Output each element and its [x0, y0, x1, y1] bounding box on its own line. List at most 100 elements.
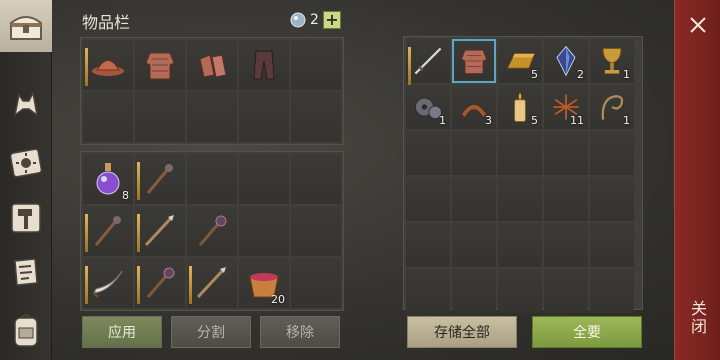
scroll-map-icon: [14, 258, 38, 286]
add-gems-button[interactable]: +: [322, 11, 341, 29]
empty-slot[interactable]: [544, 131, 588, 175]
item-slot[interactable]: [135, 206, 185, 256]
item-slot[interactable]: 11: [544, 85, 588, 129]
close-panel[interactable]: 关闭: [674, 0, 720, 360]
item-slot[interactable]: [239, 40, 289, 90]
item-slot[interactable]: 5: [498, 39, 542, 83]
item-count: 1: [439, 114, 446, 127]
split-button[interactable]: 分割: [171, 316, 251, 348]
backpack-panel: 8 20: [80, 151, 344, 311]
empty-slot[interactable]: [544, 223, 588, 267]
spear-icon: [196, 267, 226, 299]
sun-book-icon: [9, 148, 43, 178]
empty-slot[interactable]: [239, 92, 289, 142]
empty-slot[interactable]: [590, 177, 634, 221]
equipment-panel: [80, 37, 344, 145]
apply-button[interactable]: 应用: [82, 316, 162, 348]
item-slot[interactable]: 20: [239, 258, 289, 308]
empty-slot[interactable]: [291, 92, 341, 142]
chainmail-gloves-icon: [199, 54, 227, 78]
item-slot[interactable]: 3: [452, 85, 496, 129]
category-sidebar: [0, 0, 52, 360]
empty-slot[interactable]: [590, 269, 634, 313]
empty-slot[interactable]: [239, 206, 289, 256]
item-count: 5: [531, 68, 538, 81]
item-slot[interactable]: 1: [406, 85, 450, 129]
empty-slot[interactable]: [187, 154, 237, 204]
crafting-book-tab[interactable]: [4, 140, 48, 184]
item-slot[interactable]: 8: [83, 154, 133, 204]
item-slot[interactable]: [83, 258, 133, 308]
map-scroll-tab[interactable]: [4, 250, 48, 294]
empty-slot[interactable]: [452, 269, 496, 313]
empty-slot[interactable]: [452, 223, 496, 267]
empty-slot[interactable]: [291, 154, 341, 204]
item-count: 1: [623, 114, 630, 127]
item-slot[interactable]: 1: [590, 85, 634, 129]
empty-slot[interactable]: [406, 269, 450, 313]
build-category-tab[interactable]: [4, 196, 48, 240]
item-slot[interactable]: [135, 154, 185, 204]
item-count: 11: [570, 114, 584, 127]
empty-slot[interactable]: [590, 223, 634, 267]
spear-icon: [144, 215, 174, 247]
empty-slot[interactable]: [590, 131, 634, 175]
empty-slot[interactable]: [452, 177, 496, 221]
empty-slot[interactable]: [452, 131, 496, 175]
item-slot[interactable]: [187, 40, 237, 90]
item-count: 8: [122, 189, 129, 202]
inventory-chest-tab[interactable]: [0, 0, 52, 52]
item-slot[interactable]: [452, 39, 496, 83]
item-count: 3: [485, 114, 492, 127]
empty-slot[interactable]: [544, 269, 588, 313]
chainmail-armor-icon: [460, 49, 488, 75]
item-slot[interactable]: [135, 258, 185, 308]
item-slot[interactable]: [187, 258, 237, 308]
spiked-mace-icon: [146, 164, 173, 194]
scimitar-icon: [92, 270, 123, 299]
steel-sword-icon: [414, 47, 442, 75]
item-count: 1: [623, 68, 630, 81]
empty-slot[interactable]: [406, 177, 450, 221]
backpack-tab[interactable]: [4, 308, 48, 352]
leather-cap-icon: [92, 60, 124, 76]
empty-slot[interactable]: [187, 92, 237, 142]
item-slot[interactable]: [406, 39, 450, 85]
item-slot[interactable]: [187, 206, 237, 256]
morningstar-icon: [146, 267, 175, 298]
item-slot[interactable]: 5: [498, 85, 542, 129]
store-all-button[interactable]: 存储全部: [407, 316, 517, 348]
item-slot[interactable]: [83, 206, 133, 256]
close-icon: [690, 17, 706, 33]
empty-slot[interactable]: [291, 206, 341, 256]
chest-icon: [10, 16, 42, 40]
remove-button[interactable]: 移除: [260, 316, 340, 348]
take-all-button[interactable]: 全要: [532, 316, 642, 348]
leather-pants-icon: [253, 50, 275, 80]
empty-slot[interactable]: [406, 131, 450, 175]
inventory-title: 物品栏: [82, 13, 131, 32]
gem-count: 2: [310, 12, 319, 28]
empty-slot[interactable]: [498, 177, 542, 221]
empty-slot[interactable]: [544, 177, 588, 221]
item-slot[interactable]: [83, 40, 133, 90]
close-label: 关闭: [688, 300, 707, 336]
item-slot[interactable]: [135, 40, 185, 90]
hammer-icon: [11, 203, 41, 233]
item-slot[interactable]: 2: [544, 39, 588, 83]
empty-slot[interactable]: [239, 154, 289, 204]
empty-slot[interactable]: [291, 258, 341, 308]
empty-slot[interactable]: [135, 92, 185, 142]
gem-counter: 2 +: [290, 10, 341, 30]
close-button[interactable]: [675, 8, 720, 42]
empty-slot[interactable]: [498, 223, 542, 267]
wolf-category-tab[interactable]: [4, 82, 48, 126]
item-slot[interactable]: 1: [590, 39, 634, 83]
spiked-mace-icon: [94, 216, 121, 246]
empty-slot[interactable]: [498, 131, 542, 175]
empty-slot[interactable]: [498, 269, 542, 313]
empty-slot[interactable]: [83, 92, 133, 142]
empty-slot[interactable]: [406, 223, 450, 267]
item-count: 2: [577, 68, 584, 81]
empty-slot[interactable]: [291, 40, 341, 90]
